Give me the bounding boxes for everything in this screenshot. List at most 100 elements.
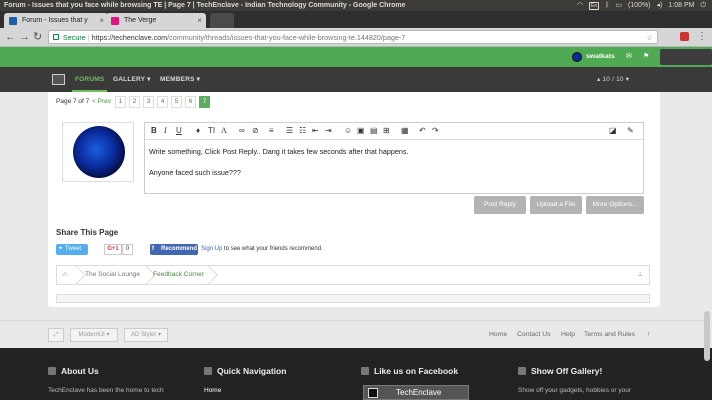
- page-1-link[interactable]: 1: [115, 96, 126, 108]
- style-chooser-adstyler[interactable]: AD Styler ▾: [124, 328, 168, 342]
- chrome-menu-icon[interactable]: ⋮: [697, 31, 707, 42]
- eraser-icon[interactable]: ◪: [609, 126, 617, 136]
- user-avatar[interactable]: [572, 52, 582, 62]
- tab-label: The Verge: [124, 17, 157, 24]
- font-family-icon[interactable]: A: [221, 126, 227, 136]
- bullet-list-icon[interactable]: ☰: [286, 126, 293, 136]
- page-scrollbar[interactable]: [704, 311, 710, 361]
- font-size-icon[interactable]: TI: [208, 126, 215, 136]
- image-icon[interactable]: ▣: [357, 126, 365, 136]
- camera-icon: [518, 367, 526, 375]
- power-icon[interactable]: ⏻: [700, 0, 706, 11]
- browser-toolbar: ← → ↻ Secure | https://techenclave.com/c…: [0, 28, 712, 47]
- tweet-button[interactable]: ✦ Tweet: [56, 244, 88, 255]
- more-options-button[interactable]: More Options...: [586, 196, 644, 214]
- insert-icon[interactable]: ⊞: [383, 126, 390, 136]
- breadcrumb-feedback-corner[interactable]: Feedback Corner: [153, 266, 204, 284]
- close-tab-icon[interactable]: ×: [99, 13, 104, 28]
- google-plus-count: 0: [122, 244, 133, 255]
- tweet-label: Tweet: [65, 246, 82, 252]
- facebook-page-name: TechEnclave: [396, 388, 442, 397]
- text-color-icon[interactable]: ♦: [196, 126, 200, 136]
- upload-file-button[interactable]: Upload a File: [530, 196, 582, 214]
- page-4-link[interactable]: 4: [157, 96, 168, 108]
- google-plus-button[interactable]: G+1: [104, 244, 122, 255]
- prev-page-link[interactable]: < Prev: [92, 98, 111, 105]
- footer-link-help[interactable]: Help: [561, 331, 575, 338]
- tab-the-verge[interactable]: The Verge ×: [106, 13, 206, 28]
- page-3-link[interactable]: 3: [143, 96, 154, 108]
- media-icon[interactable]: ▤: [370, 126, 378, 136]
- underline-icon[interactable]: U: [176, 126, 182, 136]
- style-chooser-modernui[interactable]: ModernUI ▾: [70, 328, 118, 342]
- page-counter[interactable]: ▴ 10 / 10 ▾: [597, 67, 629, 92]
- address-bar[interactable]: Secure | https://techenclave.com/communi…: [48, 30, 658, 44]
- numbered-list-icon[interactable]: ☷: [299, 126, 306, 136]
- post-reply-button[interactable]: Post Reply: [474, 196, 526, 214]
- fullwidth-toggle-icon[interactable]: ⤢: [48, 328, 64, 342]
- avatar[interactable]: [73, 126, 125, 178]
- smilie-icon[interactable]: ☺: [344, 126, 352, 136]
- footer-facebook-heading: Like us on Facebook: [361, 366, 458, 376]
- footer-link-home-nav[interactable]: Home: [204, 387, 221, 394]
- list-icon: [204, 367, 212, 375]
- bold-icon[interactable]: B: [151, 126, 157, 136]
- undo-icon[interactable]: ↶: [419, 126, 426, 136]
- volume-icon[interactable]: ◂): [657, 0, 663, 11]
- clock[interactable]: 1:08 PM: [668, 0, 694, 11]
- save-draft-icon[interactable]: ▦: [401, 126, 409, 136]
- footer-link-contact[interactable]: Contact Us: [517, 331, 551, 338]
- page-2-link[interactable]: 2: [129, 96, 140, 108]
- footer-link-terms[interactable]: Terms and Rules: [584, 331, 635, 338]
- italic-icon[interactable]: I: [164, 126, 167, 136]
- reload-icon[interactable]: ↻: [33, 31, 42, 43]
- facebook-icon: [361, 367, 369, 375]
- bluetooth-icon[interactable]: ᛒ: [605, 0, 609, 11]
- breadcrumb-social-lounge[interactable]: The Social Lounge: [85, 266, 140, 284]
- wifi-icon[interactable]: ◠: [577, 0, 583, 11]
- alerts-flag-icon[interactable]: ⚑: [643, 52, 649, 60]
- battery-icon[interactable]: ▭: [615, 0, 622, 11]
- footer-about-heading: About Us: [48, 366, 99, 376]
- extension-icon[interactable]: [680, 32, 689, 41]
- indent-icon[interactable]: ⇥: [325, 126, 332, 136]
- unlink-icon[interactable]: ⊘: [252, 126, 259, 136]
- nav-gallery[interactable]: GALLERY ▾: [113, 67, 151, 92]
- close-tab-icon[interactable]: ×: [197, 13, 202, 28]
- tab-forum[interactable]: Forum - Issues that y ×: [4, 13, 108, 28]
- language-indicator[interactable]: En: [588, 1, 600, 10]
- footer-link-home[interactable]: Home: [489, 331, 507, 338]
- system-tray[interactable]: ◠ En ᛒ ▭ (100%) ◂) 1:08 PM ⏻: [577, 0, 706, 11]
- outdent-icon[interactable]: ⇤: [312, 126, 319, 136]
- verge-favicon-icon: [111, 17, 119, 25]
- main-nav: FORUMS GALLERY ▾ MEMBERS ▾ ▴ 10 / 10 ▾: [0, 67, 712, 92]
- forward-icon[interactable]: →: [19, 31, 30, 43]
- site-logo[interactable]: [52, 74, 65, 85]
- nav-members[interactable]: MEMBERS ▾: [160, 67, 200, 92]
- sitemap-icon[interactable]: ⊥: [637, 266, 643, 284]
- redo-icon[interactable]: ↷: [432, 126, 439, 136]
- lock-icon: [53, 34, 59, 40]
- facebook-page-widget[interactable]: TechEnclave: [363, 385, 469, 400]
- align-icon[interactable]: ≡: [269, 126, 274, 136]
- facebook-signup-link[interactable]: Sign Up: [201, 246, 222, 252]
- username[interactable]: swatkats: [586, 53, 615, 60]
- link-icon[interactable]: ∞: [239, 126, 245, 136]
- breadcrumb: ⌂ The Social Lounge Feedback Corner ⊥: [56, 265, 650, 285]
- reply-editor[interactable]: B I U ♦ TI A ∞ ⊘ ≡ ☰ ☷ ⇤ ⇥ ☺ ▣ ▤ ⊞ ▦ ↶ ↷…: [144, 122, 644, 194]
- footer-utility-bar: ⤢ ModernUI ▾ AD Styler ▾ Home Contact Us…: [0, 320, 712, 348]
- bookmark-star-icon[interactable]: ☆: [647, 31, 653, 44]
- page-7-current[interactable]: 7: [199, 96, 210, 108]
- facebook-recommend-button[interactable]: f Recommend: [150, 244, 198, 255]
- facebook-signup-text: Sign Up to see what your friends recomme…: [201, 246, 323, 252]
- toggle-bbcode-icon[interactable]: ✎: [627, 126, 634, 136]
- scroll-top-icon[interactable]: ↑: [647, 331, 650, 338]
- footer-quicknav-heading: Quick Navigation: [204, 366, 286, 376]
- page-6-link[interactable]: 6: [185, 96, 196, 108]
- page-5-link[interactable]: 5: [171, 96, 182, 108]
- inbox-icon[interactable]: ✉: [626, 52, 632, 60]
- new-tab-button[interactable]: [210, 13, 234, 28]
- nav-forums[interactable]: FORUMS: [72, 67, 108, 92]
- back-icon[interactable]: ←: [5, 31, 16, 43]
- search-box[interactable]: [660, 49, 712, 65]
